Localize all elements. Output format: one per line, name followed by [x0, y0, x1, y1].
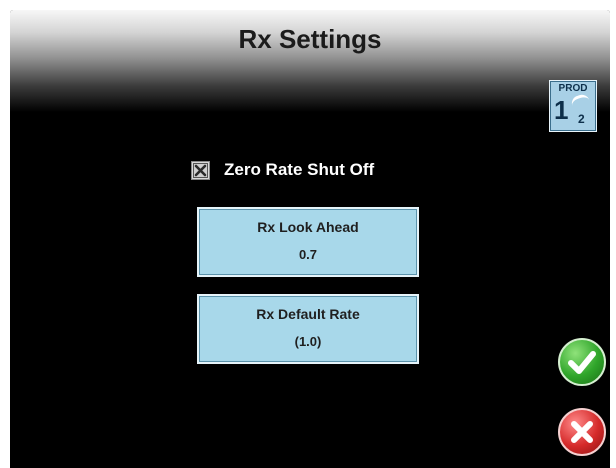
- rx-look-ahead-label: Rx Look Ahead: [257, 219, 359, 235]
- checkmark-icon: [568, 351, 596, 374]
- product-number: 1: [554, 95, 569, 125]
- x-icon: [571, 421, 593, 443]
- product-selector-button[interactable]: PROD 1 2: [549, 80, 597, 132]
- zero-rate-label: Zero Rate Shut Off: [224, 160, 375, 179]
- rx-default-rate-button[interactable]: Rx Default Rate (1.0): [197, 294, 419, 364]
- page-title: Rx Settings: [238, 24, 382, 54]
- zero-rate-shutoff-toggle[interactable]: Zero Rate Shut Off: [191, 160, 374, 180]
- cancel-button[interactable]: [558, 408, 606, 456]
- rx-default-rate-value: (1.0): [294, 334, 322, 349]
- rx-look-ahead-button[interactable]: Rx Look Ahead 0.7: [197, 207, 419, 277]
- title-bar: Rx Settings: [10, 10, 610, 112]
- product-sub-number: 2: [578, 112, 585, 126]
- screen: Rx Settings PROD 1 2 Zero Rate Shut Off …: [10, 10, 610, 468]
- rx-look-ahead-value: 0.7: [298, 247, 318, 262]
- checkbox-x-icon: [193, 162, 208, 178]
- accept-button[interactable]: [558, 338, 606, 386]
- product-label: PROD: [558, 83, 588, 94]
- rx-default-rate-label: Rx Default Rate: [256, 306, 360, 322]
- zero-rate-checkbox[interactable]: [191, 160, 210, 180]
